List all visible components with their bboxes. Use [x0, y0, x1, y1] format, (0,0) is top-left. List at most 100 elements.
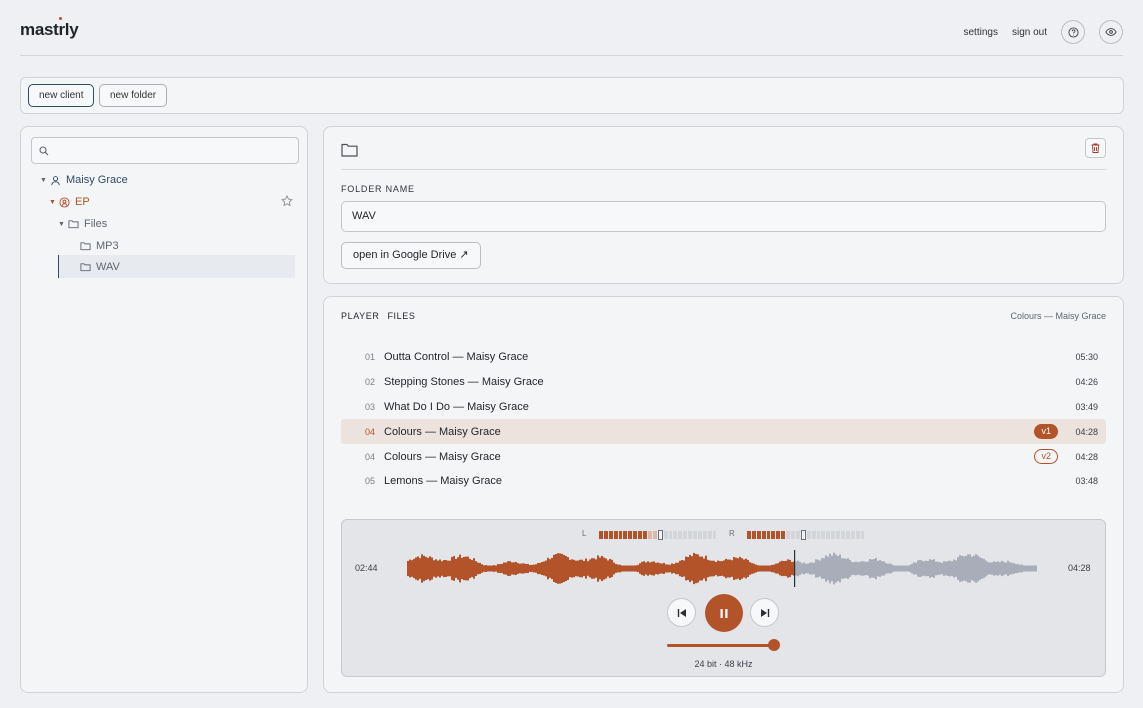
new-client-button[interactable]: new client [28, 84, 95, 107]
help-button[interactable] [1061, 20, 1085, 44]
meter-segment [781, 531, 786, 539]
waveform-bar [797, 560, 799, 577]
waveform-bar [729, 559, 731, 578]
waveform-bar [717, 560, 719, 577]
meter-segment [628, 531, 633, 539]
waveform-bar [581, 559, 583, 578]
meter-segment [826, 531, 831, 539]
waveform-bar [919, 560, 921, 577]
meter-segment [821, 531, 826, 539]
tree-subfolder-mp3[interactable]: MP3 [80, 235, 119, 257]
waveform-bar [987, 562, 989, 575]
next-track-button[interactable] [750, 598, 779, 627]
tree-project-ep[interactable]: ▼ EP [49, 191, 90, 213]
playhead[interactable] [794, 550, 796, 587]
waveform-bar [749, 562, 751, 575]
meter-right-label: R [729, 529, 735, 538]
track-title: Lemons — Maisy Grace [384, 475, 502, 488]
track-duration: 04:28 [1075, 426, 1098, 437]
waveform-bar [463, 556, 465, 581]
waveform-bar [899, 565, 901, 572]
waveform-bar [779, 561, 781, 576]
track-row[interactable]: 01 Outta Control — Maisy Grace 05:30 [341, 345, 1106, 370]
waveform-bar [693, 552, 695, 585]
waveform-bar [579, 559, 581, 578]
waveform-bar [499, 564, 501, 573]
waveform-bar [633, 565, 635, 572]
track-row[interactable]: 04 Colours — Maisy Grace v2 04:28 [341, 444, 1106, 469]
volume-slider-thumb[interactable] [768, 639, 780, 651]
tab-player[interactable]: PLAYER [341, 311, 379, 321]
meter-left-label: L [582, 529, 587, 538]
track-row[interactable]: 03 What Do I Do — Maisy Grace 03:49 [341, 395, 1106, 420]
waveform-bar [943, 561, 945, 576]
folder-name-label: FOLDER NAME [341, 184, 415, 194]
waveform-bar [627, 565, 629, 572]
track-row[interactable]: 04 Colours — Maisy Grace v1 04:28 [341, 419, 1106, 445]
top-bar: mastrly settings sign out [20, 0, 1123, 56]
waveform-bar [763, 565, 765, 572]
waveform-bar [883, 561, 885, 576]
star-icon[interactable] [281, 195, 293, 207]
meter-segment [693, 531, 697, 539]
pause-button[interactable] [705, 594, 743, 632]
tree-subfolder-wav[interactable]: WAV [80, 256, 120, 278]
waveform-bar [929, 559, 931, 578]
waveform-bar [497, 564, 499, 573]
waveform-bar [1019, 564, 1021, 573]
track-list: 01 Outta Control — Maisy Grace 05:30 02 Step… [341, 345, 1106, 494]
waveform-bar [557, 553, 559, 584]
waveform-bar [427, 557, 429, 580]
settings-link[interactable]: settings [964, 27, 998, 38]
track-row[interactable]: 02 Stepping Stones — Maisy Grace 04:26 [341, 370, 1106, 395]
waveform-bar [737, 558, 739, 579]
tree-folder-files[interactable]: ▼ Files [58, 213, 107, 235]
track-row[interactable]: 05 Lemons — Maisy Grace 03:48 [341, 469, 1106, 494]
waveform-bar [651, 561, 653, 576]
track-number: 04 [364, 426, 375, 437]
new-folder-button[interactable]: new folder [99, 84, 168, 107]
meter-segment [613, 531, 618, 539]
waveform-bar [715, 562, 717, 575]
waveform-bar [699, 556, 701, 581]
version-badge[interactable]: v2 [1034, 449, 1058, 465]
folder-icon [341, 143, 358, 157]
waveform-bar [575, 560, 577, 577]
waveform-bar [571, 559, 573, 578]
tab-files[interactable]: FILES [387, 311, 415, 321]
version-badge[interactable]: v1 [1034, 424, 1058, 440]
waveform-bar [443, 560, 445, 578]
app-logo[interactable]: mastrly [20, 17, 79, 40]
waveform-seekbar[interactable] [407, 550, 1041, 587]
track-title: Outta Control — Maisy Grace [384, 351, 529, 364]
waveform-bar [1021, 564, 1023, 573]
waveform-bar [941, 562, 943, 575]
waveform-bar [809, 562, 811, 575]
waveform-bar [727, 559, 729, 578]
waveform-bar [421, 554, 423, 583]
waveform-bar [813, 562, 815, 575]
waveform-bar [753, 563, 755, 574]
waveform-bar [807, 563, 809, 574]
track-duration: 05:30 [1075, 352, 1098, 363]
tree-client-maisy-grace[interactable]: ▼ Maisy Grace [40, 169, 128, 191]
project-icon [59, 196, 70, 208]
previous-track-button[interactable] [667, 598, 696, 627]
folder-details-panel: FOLDER NAME WAV open in Google Drive ↗ [323, 126, 1124, 284]
waveform-bar [445, 560, 447, 577]
waveform-bar [515, 561, 517, 575]
delete-folder-button[interactable] [1085, 138, 1106, 158]
waveform-bar [617, 564, 619, 573]
waveform-bar [531, 564, 533, 573]
volume-slider-track[interactable] [667, 644, 774, 647]
search-input[interactable] [31, 137, 299, 164]
waveform-bar [925, 560, 927, 577]
waveform-bar [655, 562, 657, 575]
preview-button[interactable] [1099, 20, 1123, 44]
folder-name-field[interactable]: WAV [341, 201, 1106, 232]
audio-format-label: 24 bit · 48 kHz [694, 659, 753, 669]
open-google-drive-button[interactable]: open in Google Drive ↗ [341, 242, 481, 269]
waveform-bar [1015, 564, 1017, 573]
sign-out-link[interactable]: sign out [1012, 27, 1047, 38]
meter-segment [771, 531, 776, 539]
